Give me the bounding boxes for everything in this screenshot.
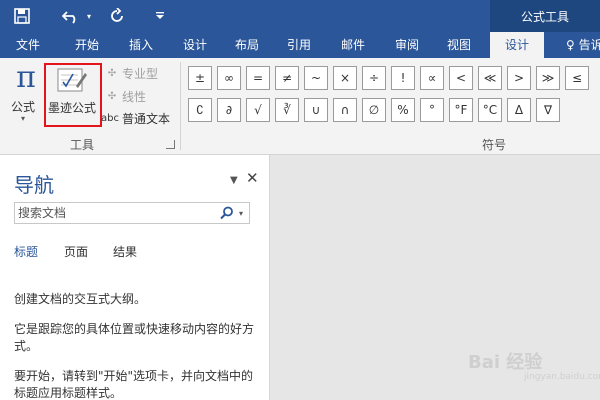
tab-references[interactable]: 引用 [274, 32, 324, 58]
professional-button[interactable]: ✣ 专业型 [104, 64, 158, 82]
tab-file[interactable]: 文件 [0, 32, 56, 58]
search-input[interactable] [18, 203, 214, 223]
symbol-button[interactable]: ∩ [333, 98, 357, 122]
symbol-button[interactable]: ~ [304, 66, 328, 90]
undo-icon[interactable] [58, 0, 84, 32]
nav-help-text-1: 创建文档的交互式大纲。 [14, 292, 147, 306]
tab-pages[interactable]: 页面 [64, 243, 88, 260]
group-divider [180, 62, 181, 150]
symbol-button[interactable]: ∂ [217, 98, 241, 122]
tab-view[interactable]: 视图 [434, 32, 484, 58]
ribbon-tabs: 文件 开始 插入 设计 布局 引用 邮件 审阅 视图 设计 ♀ 告诉 [0, 32, 600, 58]
undo-dropdown-icon[interactable]: ▾ [84, 0, 94, 32]
nav-help-text-3: 要开始，请转到"开始"选项卡，并向文档中的标题应用标题样式。 [14, 369, 254, 400]
chevron-down-icon[interactable]: ▾ [21, 114, 25, 123]
tab-layout[interactable]: 布局 [222, 32, 272, 58]
search-box: ▾ [14, 202, 250, 224]
professional-label: 专业型 [122, 66, 159, 81]
tab-mailings[interactable]: 邮件 [328, 32, 378, 58]
linear-icon: ✣ [107, 90, 117, 102]
symbol-button[interactable]: ≠ [275, 66, 299, 90]
tab-results[interactable]: 结果 [113, 243, 137, 260]
chevron-down-icon[interactable]: ▼ [230, 175, 238, 186]
symbol-button[interactable]: ° [420, 98, 444, 122]
nav-pane-title: 导航 [14, 173, 54, 197]
tab-headings[interactable]: 标题 [14, 243, 38, 260]
nav-help-text-2: 它是跟踪您的具体位置或快速移动内容的好方式。 [14, 322, 255, 353]
symbol-button[interactable]: ∛ [275, 98, 299, 122]
pi-icon[interactable]: π [10, 60, 42, 96]
symbols-group-label: 符号 [482, 138, 507, 152]
symbol-button[interactable]: °F [449, 98, 473, 122]
watermark-url: jingyan.baidu.com [524, 372, 600, 382]
symbol-button[interactable]: ! [391, 66, 415, 90]
formula-button-label[interactable]: 公式 [11, 98, 35, 115]
baidu-watermark: Bai 经验 jingyan.baidu.com [468, 342, 600, 382]
symbol-button[interactable]: ≫ [536, 66, 560, 90]
ribbon: π 公式 ▾ 墨迹公式 ✣ 专业型 ✣ 线性 abc 普通文本 工具 ± ∞ =… [0, 58, 600, 155]
normal-text-label: 普通文本 [122, 111, 171, 126]
navigation-pane: 导航 ▼ ✕ ▾ 标题 页面 结果 创建文档的交互式大纲。 它是跟踪您的具体位置… [0, 155, 270, 400]
context-tool-title: 公式工具 [490, 0, 600, 32]
symbol-button[interactable]: √ [246, 98, 270, 122]
symbol-button[interactable]: Δ [507, 98, 531, 122]
normal-text-icon: abc [101, 112, 119, 124]
symbol-button[interactable]: ∁ [188, 98, 212, 122]
title-bar: ▾ 公式工具 [0, 0, 600, 32]
symbol-button[interactable]: ∞ [217, 66, 241, 90]
symbol-button[interactable]: < [449, 66, 473, 90]
symbol-button[interactable]: > [507, 66, 531, 90]
tab-insert[interactable]: 插入 [116, 32, 166, 58]
symbol-button[interactable]: × [333, 66, 357, 90]
symbols-gallery: ± ∞ = ≠ ~ × ÷ ! ∝ < ≪ > ≫ ≤ ∁ ∂ √ ∛ ∪ ∩ … [188, 66, 600, 130]
tab-equation-design[interactable]: 设计 [490, 32, 544, 58]
tab-design[interactable]: 设计 [170, 32, 220, 58]
dialog-launcher-icon[interactable] [166, 140, 175, 149]
symbol-button[interactable]: = [246, 66, 270, 90]
chevron-down-icon[interactable]: ▾ [239, 209, 243, 218]
ink-formula-button[interactable]: 墨迹公式 [48, 99, 96, 116]
symbol-button[interactable]: % [391, 98, 415, 122]
tell-me-search[interactable]: ♀ 告诉 [566, 32, 600, 58]
save-icon[interactable] [10, 0, 34, 32]
tab-review[interactable]: 审阅 [382, 32, 432, 58]
linear-button[interactable]: ✣ 线性 [104, 87, 146, 105]
ink-equation-icon[interactable] [56, 66, 88, 96]
watermark-text: Bai 经验 [468, 352, 543, 373]
linear-label: 线性 [122, 89, 147, 104]
normal-text-button[interactable]: abc 普通文本 [100, 109, 170, 127]
search-icon[interactable] [220, 206, 234, 220]
customize-qat-icon[interactable] [152, 0, 168, 32]
professional-icon: ✣ [107, 67, 117, 79]
symbol-button[interactable]: ∝ [420, 66, 444, 90]
symbol-button[interactable]: ∇ [536, 98, 560, 122]
symbol-button[interactable]: ± [188, 66, 212, 90]
tools-group-label: 工具 [70, 138, 95, 152]
symbol-button[interactable]: ≪ [478, 66, 502, 90]
symbol-button[interactable]: ÷ [362, 66, 386, 90]
symbol-button[interactable]: ∪ [304, 98, 328, 122]
symbol-button[interactable]: ≤ [565, 66, 589, 90]
symbol-button[interactable]: °C [478, 98, 502, 122]
repeat-icon[interactable] [106, 0, 128, 32]
close-icon[interactable]: ✕ [246, 169, 259, 187]
tab-home[interactable]: 开始 [62, 32, 112, 58]
symbol-button[interactable]: ∅ [362, 98, 386, 122]
